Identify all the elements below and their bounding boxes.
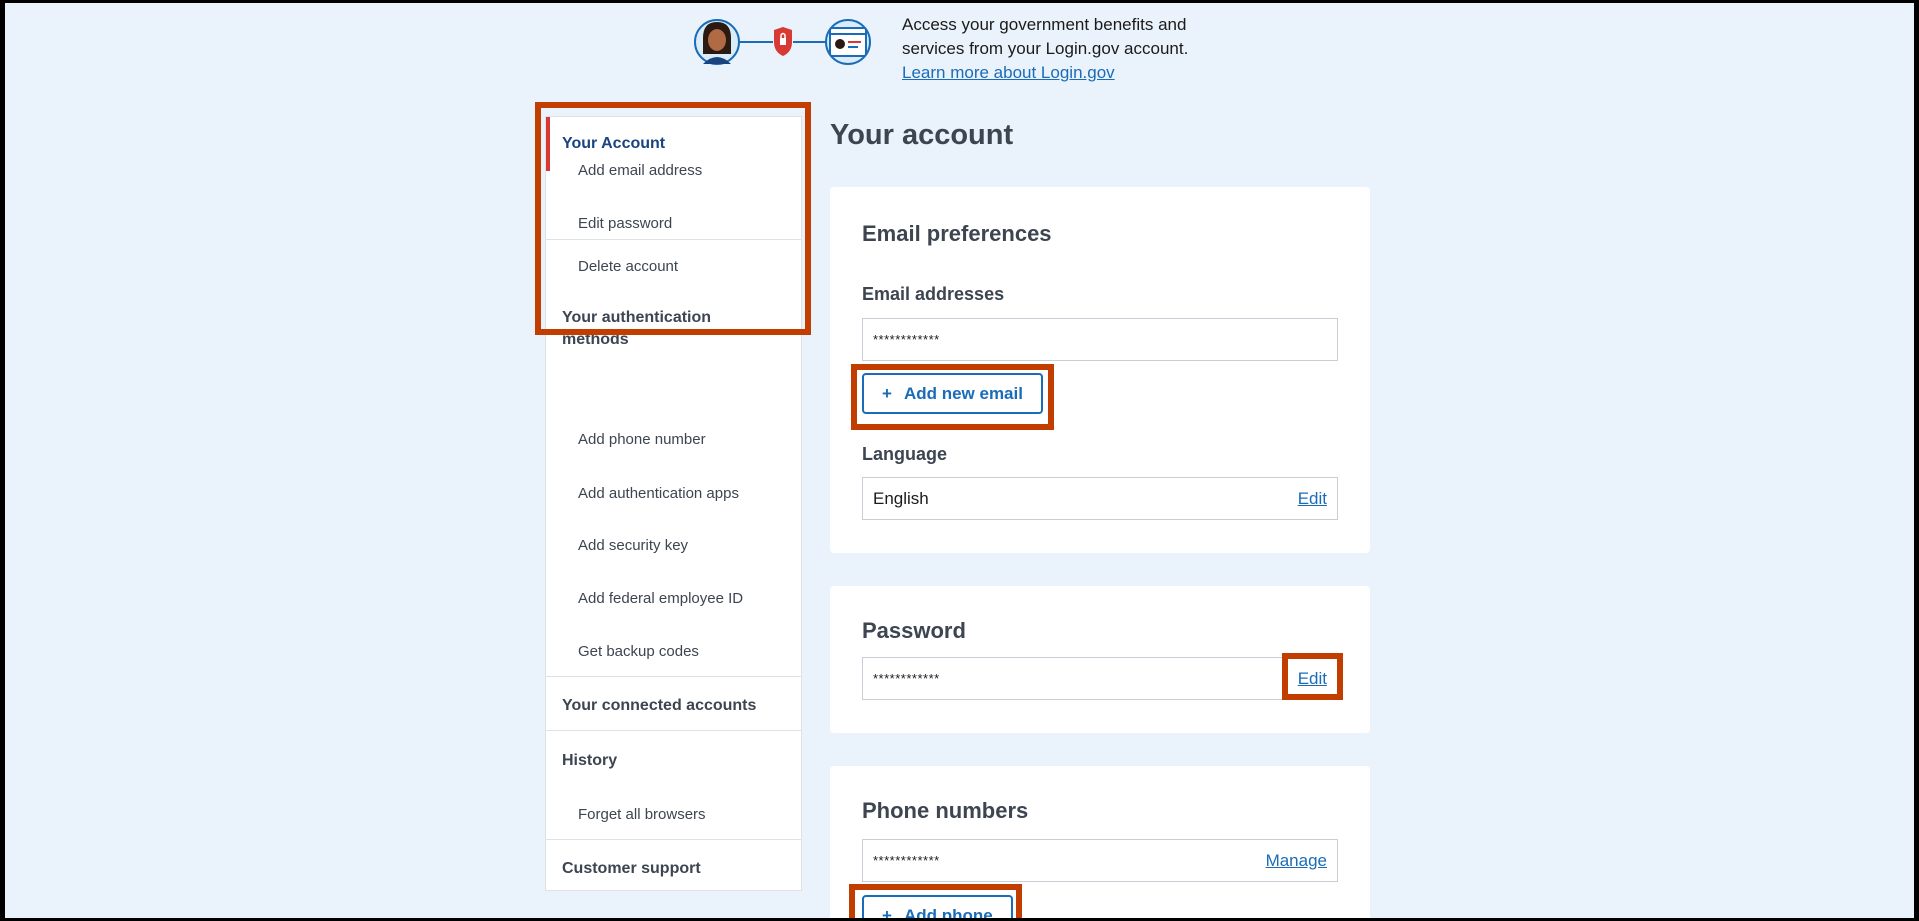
- page-title: Your account: [830, 119, 1014, 151]
- divider: [546, 676, 801, 677]
- password-card: Password ************ Edit: [830, 586, 1370, 733]
- language-field: English Edit: [862, 477, 1338, 520]
- language-label: Language: [862, 444, 948, 464]
- phone-value: ************: [873, 853, 940, 868]
- email-address-field: ************: [862, 318, 1338, 361]
- divider: [546, 730, 801, 731]
- shield-lock-icon: [774, 27, 792, 56]
- nav-add-email[interactable]: Add email address: [546, 159, 734, 183]
- plus-icon: +: [882, 905, 892, 919]
- nav-auth-line1: Your authentication: [562, 309, 712, 326]
- banner-line-2: services from your Login.gov account.: [902, 39, 1189, 58]
- plus-icon: +: [882, 383, 892, 403]
- language-value: English: [873, 488, 929, 508]
- nav-forget-browsers[interactable]: Forget all browsers: [546, 803, 738, 827]
- nav-delete-account[interactable]: Delete account: [546, 255, 801, 279]
- password-title: Password: [862, 618, 966, 643]
- email-value: ************: [873, 332, 940, 347]
- nav-customer-support[interactable]: Customer support: [546, 857, 717, 881]
- nav-connected-accounts[interactable]: Your connected accounts: [546, 694, 772, 718]
- nav-auth-line2: methods: [562, 331, 629, 348]
- phone-numbers-title: Phone numbers: [862, 798, 1029, 823]
- divider: [546, 839, 801, 840]
- phone-manage-link[interactable]: Manage: [1266, 851, 1327, 871]
- nav-edit-password[interactable]: Edit password: [546, 212, 704, 236]
- banner-line-1: Access your government benefits and: [902, 15, 1187, 34]
- email-preferences-card: Email preferences Email addresses ******…: [830, 187, 1370, 553]
- nav-group-auth: Your authentication methods: [546, 307, 801, 351]
- learn-more-link[interactable]: Learn more about Login.gov: [902, 63, 1115, 82]
- language-edit-link[interactable]: Edit: [1298, 489, 1327, 509]
- login-gov-illustration: [694, 19, 871, 65]
- nav-auth-methods[interactable]: Your authentication methods: [546, 307, 801, 351]
- id-card-window-icon: [825, 19, 871, 65]
- nav-delete-wrap: Delete account: [546, 255, 801, 279]
- page: Access your government benefits and serv…: [5, 3, 1914, 918]
- nav-add-phone[interactable]: Add phone number: [546, 428, 738, 452]
- phone-numbers-card: Phone numbers ************ Manage + Add …: [830, 766, 1370, 918]
- nav-group-account: Your Account Add email address Edit pass…: [546, 117, 801, 240]
- add-new-email-label: Add new email: [903, 383, 1023, 403]
- nav-history[interactable]: History: [546, 749, 633, 773]
- password-value: ************: [873, 671, 940, 686]
- nav-backup-codes[interactable]: Get backup codes: [546, 640, 731, 664]
- phone-number-field: ************ Manage: [862, 839, 1338, 882]
- nav-add-auth-apps[interactable]: Add authentication apps: [546, 482, 771, 506]
- nav-add-security-key[interactable]: Add security key: [546, 534, 720, 558]
- person-avatar-icon: [694, 19, 740, 65]
- add-phone-button[interactable]: + Add phone: [862, 895, 1013, 918]
- add-new-email-button[interactable]: + Add new email: [862, 373, 1043, 414]
- nav-add-piv[interactable]: Add federal employee ID: [546, 587, 775, 611]
- password-edit-link[interactable]: Edit: [1298, 669, 1327, 689]
- password-field: ************ Edit: [862, 657, 1338, 700]
- email-preferences-title: Email preferences: [862, 221, 1052, 246]
- email-addresses-label: Email addresses: [862, 284, 1005, 304]
- side-navigation: Your Account Add email address Edit pass…: [545, 116, 802, 891]
- add-phone-label: Add phone: [903, 905, 993, 919]
- banner-text: Access your government benefits and serv…: [902, 13, 1222, 85]
